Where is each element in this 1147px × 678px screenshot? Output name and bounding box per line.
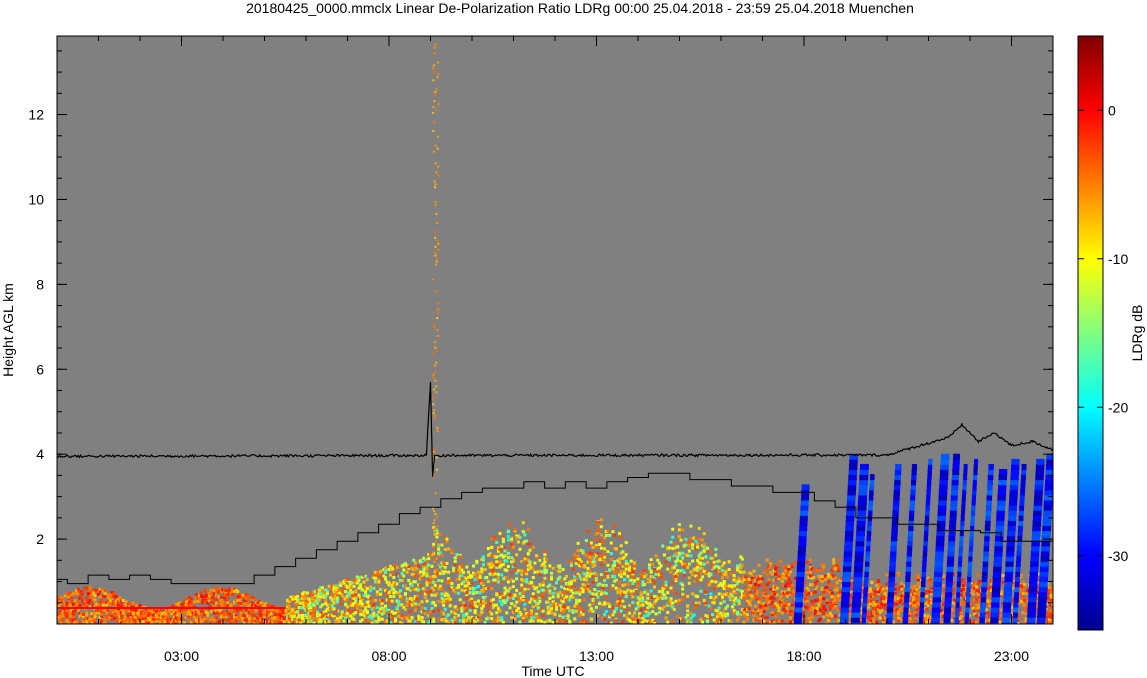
y-tick-label: 2 <box>36 531 44 547</box>
colorbar-tick-label: -20 <box>1108 399 1128 415</box>
plot-background <box>57 36 1053 624</box>
colorbar-tick-label: 0 <box>1108 102 1116 118</box>
x-tick-label: 23:00 <box>994 648 1029 664</box>
colorbar-tick-label: -30 <box>1108 548 1128 564</box>
x-tick-label: 08:00 <box>371 648 406 664</box>
chart-title: 20180425_0000.mmclx Linear De-Polarizati… <box>246 0 914 16</box>
y-axis-label: Height AGL km <box>0 283 16 377</box>
ldr-chart: 20180425_0000.mmclx Linear De-Polarizati… <box>0 0 1145 678</box>
x-tick-label: 18:00 <box>786 648 821 664</box>
colorbar-tick-label: -10 <box>1108 251 1128 267</box>
colorbar-label: LDRg dB <box>1129 305 1145 362</box>
x-tick-label: 03:00 <box>164 648 199 664</box>
y-tick-label: 10 <box>28 191 44 207</box>
colorbar <box>1077 35 1104 631</box>
x-axis-label: Time UTC <box>521 663 584 678</box>
x-tick-label: 13:00 <box>579 648 614 664</box>
y-tick-label: 8 <box>36 276 44 292</box>
y-tick-label: 12 <box>28 107 44 123</box>
y-tick-label: 4 <box>36 446 44 462</box>
y-tick-label: 6 <box>36 361 44 377</box>
